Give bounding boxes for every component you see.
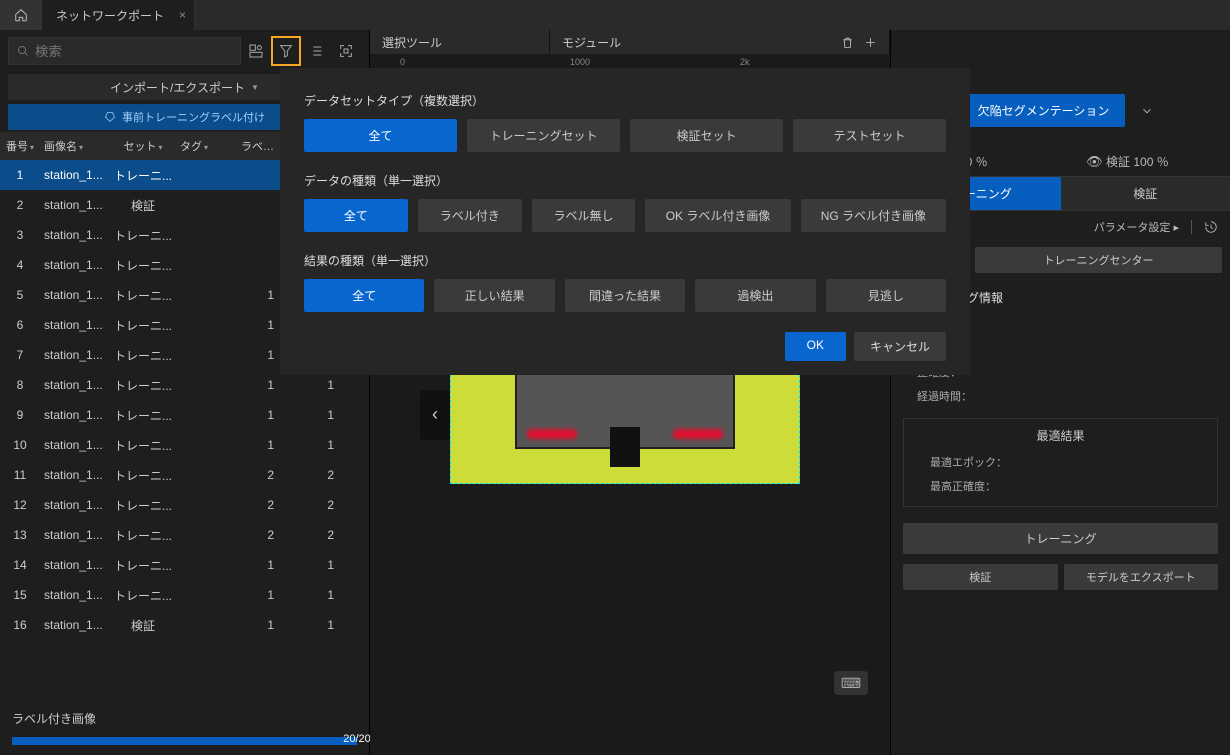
chevron-down-icon[interactable] — [1135, 99, 1159, 123]
table-row[interactable]: 11station_1...トレーニ...22 — [0, 460, 369, 490]
training-center-button[interactable]: トレーニングセンター — [975, 247, 1222, 273]
labeled-title: ラベル付き画像 — [12, 710, 357, 727]
col-label[interactable]: ラベ… — [226, 138, 286, 154]
prev-image-button[interactable]: ‹ — [420, 390, 450, 440]
history-icon[interactable] — [1204, 220, 1218, 234]
verify-button[interactable]: 検証 — [903, 564, 1058, 590]
home-tab[interactable] — [0, 0, 42, 30]
plus-icon[interactable] — [864, 36, 877, 49]
trash-icon[interactable] — [841, 36, 854, 49]
col-set[interactable]: セット▾ — [110, 138, 176, 154]
ok-button[interactable]: OK — [785, 332, 846, 361]
search-icon — [17, 45, 29, 57]
best-result-box: 最適結果 最適エポック： 最高正確度： — [903, 418, 1218, 507]
col-name[interactable]: 画像名▾ — [40, 138, 110, 154]
filter-option[interactable]: NG ラベル付き画像 — [801, 199, 946, 232]
grid-zoom-icon[interactable] — [331, 36, 361, 66]
tab-label: ネットワークポート — [56, 7, 164, 24]
search-input[interactable] — [8, 37, 241, 65]
filter-option[interactable]: 全て — [304, 119, 457, 152]
filter-option[interactable]: 見逃し — [826, 279, 946, 312]
cancel-button[interactable]: キャンセル — [854, 332, 946, 361]
list-view-icon[interactable] — [301, 36, 331, 66]
import-export-label: インポート/エクスポート — [110, 79, 245, 96]
table-row[interactable]: 14station_1...トレーニ...11 — [0, 550, 369, 580]
keyboard-icon[interactable] — [834, 671, 868, 695]
filter-option[interactable]: 間違った結果 — [565, 279, 685, 312]
select-tool-header: 選択ツール — [370, 30, 550, 54]
thumbnail-view-icon[interactable] — [241, 36, 271, 66]
home-icon — [14, 8, 28, 22]
tab-verify[interactable]: 検証 — [1061, 177, 1230, 210]
eye-icon: 👁 — [1086, 154, 1103, 169]
data-kind-title: データの種類（単一選択） — [304, 172, 946, 189]
filter-option[interactable]: トレーニングセット — [467, 119, 620, 152]
progress-bar: 20/20 — [12, 737, 357, 745]
result-kind-title: 結果の種類（単一選択） — [304, 252, 946, 269]
filter-icon[interactable] — [271, 36, 301, 66]
table-row[interactable]: 13station_1...トレーニ...22 — [0, 520, 369, 550]
dataset-type-title: データセットタイプ（複数選択） — [304, 92, 946, 109]
table-row[interactable]: 12station_1...トレーニ...22 — [0, 490, 369, 520]
col-index[interactable]: 番号▾ — [0, 138, 40, 154]
project-tab[interactable]: ネットワークポート × — [42, 0, 195, 30]
filter-option[interactable]: 正しい結果 — [434, 279, 554, 312]
search-field[interactable] — [35, 44, 232, 59]
module-chip[interactable]: 欠陥セグメンテーション — [962, 94, 1126, 127]
chevron-down-icon: ▼ — [251, 83, 259, 92]
module-header: モジュール — [562, 34, 621, 51]
param-settings-button[interactable]: パラメータ設定 ▸ — [1094, 219, 1179, 235]
filter-option[interactable]: OK ラベル付き画像 — [645, 199, 790, 232]
info-elapsed: 経過時間： — [891, 384, 1230, 408]
filter-option[interactable]: 検証セット — [630, 119, 783, 152]
close-icon[interactable]: × — [179, 8, 186, 22]
filter-modal: データセットタイプ（複数選択） 全てトレーニングセット検証セットテストセット デ… — [280, 68, 970, 375]
table-row[interactable]: 9station_1...トレーニ...11 — [0, 400, 369, 430]
filter-option[interactable]: 過検出 — [695, 279, 815, 312]
filter-option[interactable]: 全て — [304, 279, 424, 312]
filter-option[interactable]: テストセット — [793, 119, 946, 152]
tag-icon — [104, 111, 116, 123]
train-button[interactable]: トレーニング — [903, 523, 1218, 554]
col-tag[interactable]: タグ▾ — [176, 138, 226, 154]
table-row[interactable]: 10station_1...トレーニ...11 — [0, 430, 369, 460]
filter-option[interactable]: ラベル付き — [418, 199, 522, 232]
export-model-button[interactable]: モデルをエクスポート — [1064, 564, 1219, 590]
table-row[interactable]: 15station_1...トレーニ...11 — [0, 580, 369, 610]
filter-option[interactable]: 全て — [304, 199, 408, 232]
pretrain-label: 事前トレーニングラベル付け — [122, 109, 265, 125]
table-row[interactable]: 16station_1...検証11 — [0, 610, 369, 640]
filter-option[interactable]: ラベル無し — [532, 199, 636, 232]
